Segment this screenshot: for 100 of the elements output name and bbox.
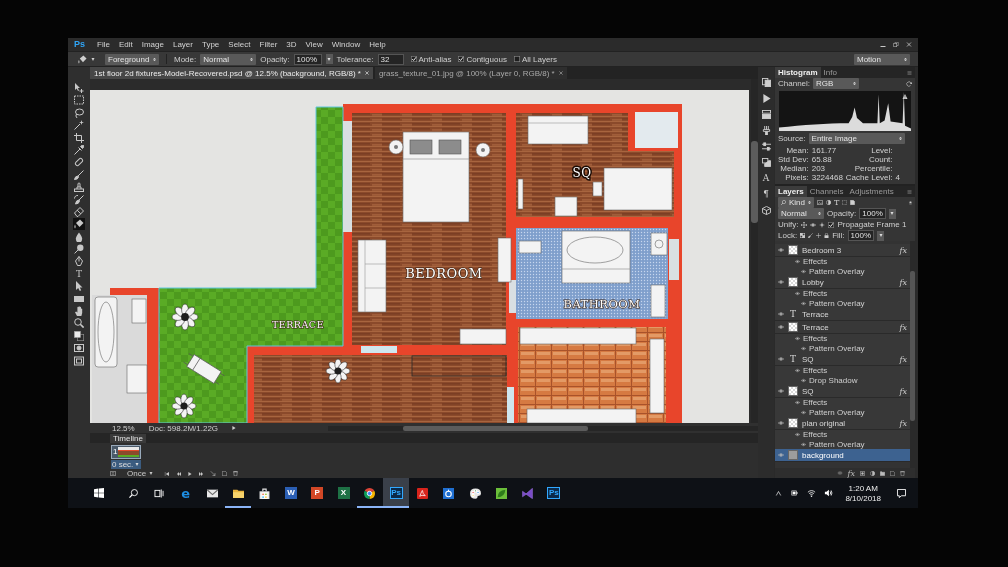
caret-icon[interactable] (91, 57, 95, 61)
lasso-icon[interactable] (74, 107, 84, 118)
checkbox[interactable] (828, 221, 835, 228)
rewind-icon[interactable] (176, 471, 183, 476)
eye-icon[interactable] (778, 311, 784, 317)
eye-icon[interactable] (778, 324, 784, 330)
panel-tab[interactable]: Channels (806, 186, 847, 197)
trash-icon[interactable] (900, 470, 905, 476)
layer-row[interactable]: Lobby fx (775, 276, 910, 289)
scrollbar-track[interactable] (910, 241, 915, 468)
menu-item[interactable]: Filter (259, 40, 278, 49)
battery-icon[interactable] (790, 490, 800, 496)
menu-item[interactable]: Type (201, 40, 220, 49)
letter-logo[interactable]: e (181, 486, 191, 500)
refresh-icon[interactable] (906, 80, 912, 87)
effects-badge[interactable]: fx (899, 322, 907, 332)
crop-icon[interactable] (74, 132, 84, 143)
menu-item[interactable]: Layer (172, 40, 193, 49)
eye-icon[interactable] (795, 259, 800, 265)
palette-icon[interactable] (469, 487, 481, 499)
blend-mode-dropdown[interactable]: Normal (778, 208, 824, 219)
brush-icon[interactable] (808, 233, 814, 238)
nested-rectangles-icon[interactable] (74, 355, 84, 366)
menu-item[interactable]: Edit (118, 40, 133, 49)
shopping-bag-icon[interactable] (259, 487, 271, 499)
eye-icon[interactable] (778, 247, 784, 253)
layer-row[interactable]: Bedroom 3 fx (775, 244, 910, 257)
checkbox[interactable] (410, 56, 417, 62)
leaf-tile-icon[interactable] (495, 487, 507, 499)
sliders-icon[interactable] (761, 142, 771, 151)
drop-icon[interactable] (74, 231, 84, 242)
zoom-level-field[interactable]: 12.5% (112, 423, 135, 433)
layer-row[interactable]: background (775, 449, 910, 462)
animation-frame[interactable]: 1 (111, 445, 141, 459)
curved-brush-icon[interactable] (74, 194, 84, 205)
eye-icon[interactable] (795, 432, 800, 438)
opacity-slider-button[interactable] (325, 54, 333, 64)
stacked-pages-icon[interactable] (761, 78, 771, 87)
scrollbar-thumb[interactable] (403, 425, 588, 431)
fill-slider-button[interactable] (877, 230, 885, 241)
eraser-icon[interactable] (74, 206, 84, 217)
eye-icon[interactable] (801, 300, 806, 306)
half-circle-icon[interactable] (826, 200, 831, 205)
arrow-cross-icon[interactable] (74, 83, 84, 93)
clock-time[interactable]: 1:20 AM (848, 483, 878, 493)
checkbox[interactable] (458, 56, 465, 62)
layer-row[interactable]: Terrace fx (775, 321, 910, 334)
document-tab[interactable]: 1st floor 2d fixtures-Model-Recovered.psd @ 12.5% (background, RGB/8) * (90, 67, 373, 79)
loop-dropdown[interactable]: Once (127, 469, 154, 478)
eye-icon[interactable] (801, 345, 806, 351)
panel-tab[interactable]: Layers (775, 186, 807, 197)
eye-icon[interactable] (810, 221, 817, 228)
eye-icon[interactable] (801, 409, 806, 415)
checkbox-label[interactable]: Anti-alias (418, 54, 452, 64)
eye-icon[interactable] (778, 279, 784, 285)
square-ring-icon[interactable] (443, 487, 455, 499)
layer-row[interactable]: SQ fx (775, 385, 910, 398)
type-filter-button[interactable]: T (834, 198, 840, 207)
frame-delay-dropdown[interactable]: 0 sec. (111, 460, 141, 469)
menu-item[interactable]: Window (331, 40, 361, 49)
menu-item[interactable]: Select (228, 40, 251, 49)
checker-square-icon[interactable] (800, 233, 806, 238)
bow-shape-icon[interactable] (522, 487, 534, 499)
menu-item[interactable]: Help (369, 40, 386, 49)
panel-tab[interactable]: Histogram (775, 67, 821, 78)
document-swirl-icon[interactable] (416, 487, 428, 499)
chevron-up-icon[interactable] (775, 490, 783, 496)
source-dropdown[interactable]: Entire Image (808, 133, 905, 144)
envelope-icon[interactable] (206, 487, 218, 499)
overlapping-frames-icon[interactable] (761, 158, 771, 167)
circle-in-rectangle-icon[interactable] (860, 470, 865, 476)
pen-nib-icon[interactable] (74, 256, 84, 267)
padlock-icon[interactable] (824, 233, 830, 238)
eye-icon[interactable] (795, 400, 800, 406)
effects-badge[interactable]: fx (899, 277, 907, 287)
trash-icon[interactable] (233, 471, 239, 476)
play-icon[interactable] (188, 471, 193, 476)
menu-item[interactable]: Image (141, 40, 164, 49)
document-icon[interactable] (850, 200, 856, 205)
four-panes-icon[interactable] (94, 488, 104, 498)
eye-icon[interactable] (801, 268, 806, 274)
opacity-field[interactable]: 100% (293, 53, 322, 65)
eye-icon[interactable] (795, 336, 800, 342)
toggle-switch-icon[interactable] (909, 199, 912, 206)
app-logo-tile[interactable]: P (311, 487, 324, 499)
channel-dropdown[interactable]: RGB (813, 78, 860, 89)
effects-badge[interactable]: fx (899, 354, 907, 364)
fill-source-dropdown[interactable]: Foreground (105, 53, 159, 65)
eye-icon[interactable] (778, 452, 784, 458)
layer-row[interactable]: plan original fx (775, 417, 910, 430)
skip-to-start-icon[interactable] (164, 471, 171, 476)
close-icon[interactable] (558, 71, 563, 75)
task-view-icon[interactable] (154, 488, 165, 498)
paragraph-panel-button[interactable]: ¶ (763, 190, 769, 199)
picture-icon[interactable] (817, 200, 823, 205)
eyedropper-icon[interactable] (74, 144, 84, 155)
fast-forward-icon[interactable] (198, 471, 205, 476)
cube-icon[interactable] (761, 206, 771, 215)
checkbox-label[interactable]: Contiguous (466, 54, 507, 64)
color-swatch-icon[interactable] (74, 330, 84, 341)
